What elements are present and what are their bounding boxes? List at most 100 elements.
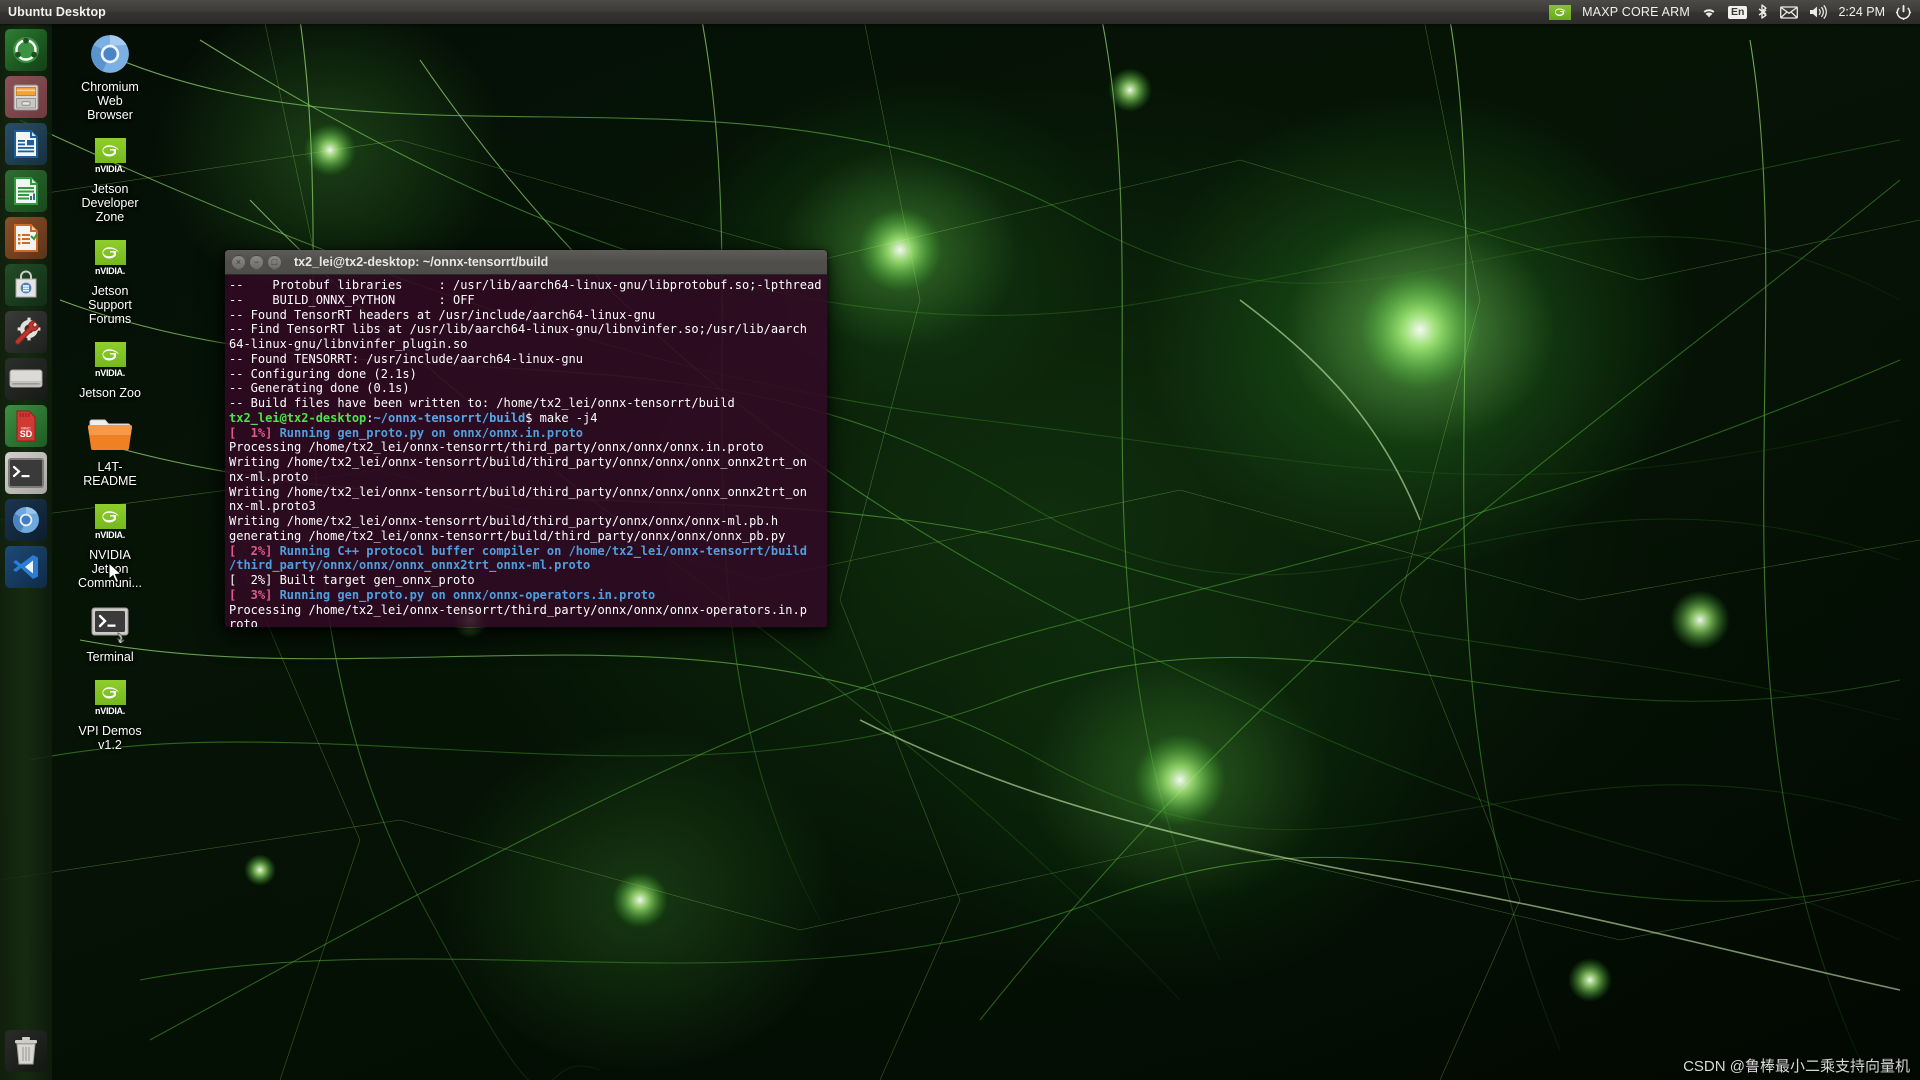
terminal-line: Writing /home/tx2_lei/onnx-tensorrt/buil… xyxy=(229,485,823,500)
terminal-output[interactable]: -- Protobuf libraries : /usr/lib/aarch64… xyxy=(225,275,827,628)
terminal-segment: $ make -j4 xyxy=(525,410,598,425)
terminal-segment: -- Generating done (0.1s) xyxy=(229,381,410,396)
envelope-icon[interactable] xyxy=(1780,0,1799,24)
maximize-icon[interactable]: □ xyxy=(267,254,282,270)
desktop-icon-label: Jetson Zoo xyxy=(79,386,141,400)
terminal-title: tx2_lei@tx2-desktop: ~/onnx-tensorrt/bui… xyxy=(294,255,549,269)
terminal-line: generating /home/tx2_lei/onnx-tensorrt/b… xyxy=(229,529,823,544)
minimize-icon[interactable]: − xyxy=(249,254,264,270)
terminal-segment: Writing /home/tx2_lei/onnx-tensorrt/buil… xyxy=(229,484,807,499)
desktop-icon-chromium[interactable]: Chromium Web Browser xyxy=(62,30,158,122)
terminal-line: Writing /home/tx2_lei/onnx-tensorrt/buil… xyxy=(229,514,823,529)
nvidia-eye-icon xyxy=(1555,8,1567,16)
terminal-line: -- BUILD_ONNX_PYTHON : OFF xyxy=(229,293,823,308)
launcher-item-vscode[interactable] xyxy=(5,546,47,588)
wifi-icon[interactable] xyxy=(1701,0,1717,24)
terminal-line: 64-linux-gnu/libnvinfer_plugin.so xyxy=(229,337,823,352)
launcher-item-chromium[interactable] xyxy=(5,499,47,541)
terminal-segment: [ 1%] xyxy=(229,425,280,440)
terminal-segment: Processing /home/tx2_lei/onnx-tensorrt/t… xyxy=(229,440,764,455)
terminal-line: nx-ml.proto xyxy=(229,470,823,485)
terminal-segment: Processing /home/tx2_lei/onnx-tensorrt/t… xyxy=(229,602,807,617)
launcher-item-files[interactable] xyxy=(5,76,47,118)
file-cabinet-icon xyxy=(13,84,39,111)
terminal-line: -- Find TensorRT libs at /usr/lib/aarch6… xyxy=(229,322,823,337)
desktop-icon-l4t-readme[interactable]: L4T- README xyxy=(62,410,158,488)
nvidia-icon: nVIDIA. xyxy=(86,132,134,180)
bluetooth-icon[interactable] xyxy=(1758,0,1769,24)
launcher-item-disk-drive[interactable] xyxy=(5,358,47,400)
launcher-item-libreoffice-impress[interactable] xyxy=(5,217,47,259)
watermark-text: CSDN @鲁棒最小二乘支持向量机 xyxy=(1683,1058,1910,1075)
terminal-segment: -- BUILD_ONNX_PYTHON : OFF xyxy=(229,292,475,307)
close-icon[interactable]: × xyxy=(231,254,246,270)
launcher-item-trash[interactable] xyxy=(5,1030,47,1072)
terminal-line: Processing /home/tx2_lei/onnx-tensorrt/t… xyxy=(229,603,823,618)
panel-title[interactable]: Ubuntu Desktop xyxy=(8,5,106,19)
unity-launcher: SD MMC xyxy=(0,24,52,1080)
nvidia-wordmark: nVIDIA. xyxy=(95,266,125,276)
volume-icon[interactable] xyxy=(1809,0,1828,24)
svg-text:MMC: MMC xyxy=(21,426,31,431)
spreadsheet-icon xyxy=(14,177,38,205)
desktop-icon-label: L4T- README xyxy=(83,460,137,488)
trash-icon xyxy=(15,1037,37,1065)
terminal-line: [ 2%] Built target gen_onnx_proto xyxy=(229,573,823,588)
launcher-item-sd-card-formatter[interactable]: SD MMC xyxy=(5,405,47,447)
terminal-segment: Writing /home/tx2_lei/onnx-tensorrt/buil… xyxy=(229,455,807,469)
terminal-line: [ 3%] Running gen_proto.py on onnx/onnx-… xyxy=(229,588,823,603)
terminal-line: -- Protobuf libraries : /usr/lib/aarch64… xyxy=(229,278,823,293)
desktop-icon-vpi-demos[interactable]: nVIDIA. VPI Demos v1.2 xyxy=(62,674,158,752)
terminal-segment: -- Protobuf libraries : /usr/lib/aarch64… xyxy=(229,278,822,292)
terminal-line: -- Configuring done (2.1s) xyxy=(229,367,823,382)
terminal-line: /third_party/onnx/onnx/onnx_onnx2trt_onn… xyxy=(229,558,823,573)
nvidia-logo-icon[interactable] xyxy=(1549,0,1572,24)
document-icon xyxy=(14,130,38,158)
terminal-line: nx-ml.proto3 xyxy=(229,499,823,514)
terminal-line: -- Build files have been written to: /ho… xyxy=(229,396,823,411)
launcher-item-terminal[interactable] xyxy=(5,452,47,494)
folder-icon xyxy=(86,410,134,458)
terminal-segment: [ 2%] xyxy=(229,543,280,558)
desktop-icon-label: Chromium Web Browser xyxy=(81,80,139,122)
chromium-icon xyxy=(13,507,39,533)
terminal-icon xyxy=(8,458,44,488)
desktop-icon-jetson-developer-zone[interactable]: nVIDIA. Jetson Developer Zone xyxy=(62,132,158,224)
launcher-item-libreoffice-writer[interactable] xyxy=(5,123,47,165)
terminal-line: Writing /home/tx2_lei/onnx-tensorrt/buil… xyxy=(229,455,823,470)
chromium-browser-icon xyxy=(86,30,134,78)
nvidia-wordmark: nVIDIA. xyxy=(95,706,125,716)
terminal-line: Processing /home/tx2_lei/onnx-tensorrt/t… xyxy=(229,440,823,455)
terminal-segment: -- Found TENSORRT: /usr/include/aarch64-… xyxy=(229,351,584,366)
terminal-segment: : xyxy=(366,410,374,425)
desktop-icon-label: Jetson Developer Zone xyxy=(81,182,139,224)
nvidia-icon: nVIDIA. xyxy=(86,674,134,722)
terminal-segment: Running gen_proto.py on onnx/onnx.in.pro… xyxy=(279,425,584,440)
desktop-icon-jetson-support-forums[interactable]: nVIDIA. Jetson Support Forums xyxy=(62,234,158,326)
power-gear-icon[interactable] xyxy=(1896,0,1911,24)
desktop-icon-column: Chromium Web Browser nVIDIA. Jetson Develop… xyxy=(62,30,158,762)
keyboard-layout-indicator[interactable]: En xyxy=(1728,0,1748,24)
nvidia-wordmark: nVIDIA. xyxy=(95,164,125,174)
panel-brand-label[interactable]: MAXP CORE ARM xyxy=(1582,5,1690,19)
terminal-segment: roto xyxy=(229,617,258,628)
launcher-item-ubuntu-dash[interactable] xyxy=(5,29,47,71)
terminal-line: [ 2%] Running C++ protocol buffer compil… xyxy=(229,544,823,559)
terminal-segment: /third_party/onnx/onnx/onnx_onnx2trt_onn… xyxy=(229,558,591,573)
launcher-item-libreoffice-calc[interactable] xyxy=(5,170,47,212)
gear-wrench-icon xyxy=(15,317,41,345)
desktop-icon-label: Terminal xyxy=(86,650,134,664)
desktop-icon-terminal[interactable]: Terminal xyxy=(62,600,158,664)
launcher-item-system-settings[interactable] xyxy=(5,311,47,353)
terminal-titlebar[interactable]: × − □ tx2_lei@tx2-desktop: ~/onnx-tensor… xyxy=(225,250,827,275)
terminal-segment: Writing /home/tx2_lei/onnx-tensorrt/buil… xyxy=(229,514,779,528)
terminal-segment: -- Find TensorRT libs at /usr/lib/aarch6… xyxy=(229,322,807,337)
terminal-line: -- Generating done (0.1s) xyxy=(229,381,823,396)
terminal-segment: -- Build files have been written to: /ho… xyxy=(229,396,735,410)
terminal-window[interactable]: × − □ tx2_lei@tx2-desktop: ~/onnx-tensor… xyxy=(224,249,828,628)
desktop-icon-jetson-zoo[interactable]: nVIDIA. Jetson Zoo xyxy=(62,336,158,400)
terminal-segment: nx-ml.proto3 xyxy=(229,499,316,514)
launcher-item-ubuntu-software[interactable] xyxy=(5,264,47,306)
nvidia-wordmark: nVIDIA. xyxy=(95,368,125,378)
clock-label[interactable]: 2:24 PM xyxy=(1838,5,1885,19)
